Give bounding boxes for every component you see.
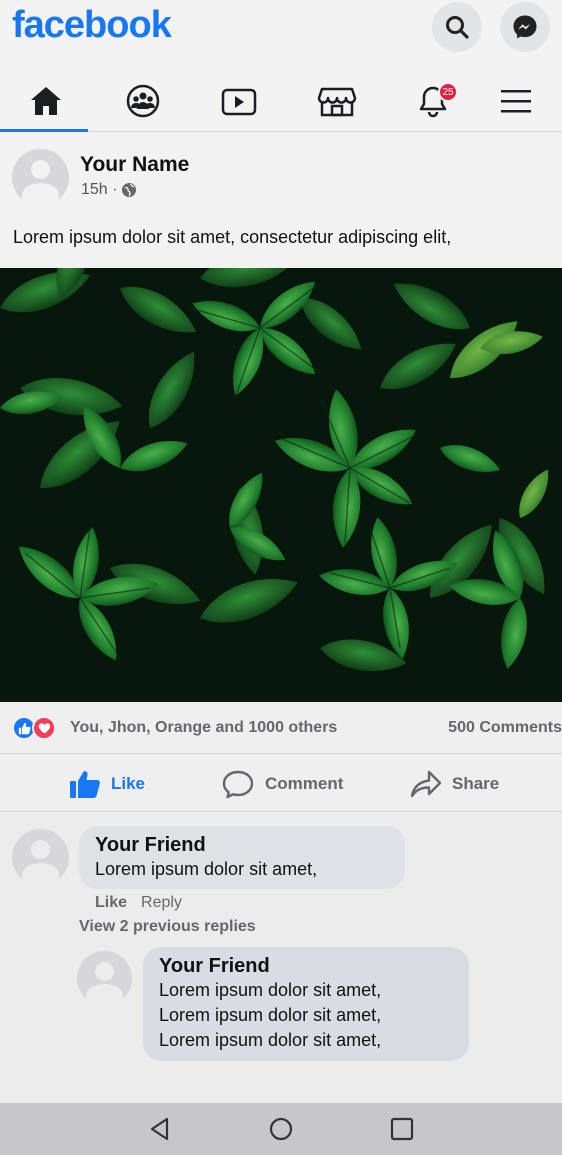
green-leaves-photo	[0, 268, 562, 702]
phone-screen: facebook 25 Your Name 15h · Lorem ipsum …	[0, 0, 562, 1155]
comment-author[interactable]: Your Friend	[95, 834, 389, 857]
tab-watch[interactable]	[204, 70, 274, 132]
share-label: Share	[452, 774, 500, 793]
author-avatar[interactable]	[12, 149, 69, 206]
messenger-button[interactable]	[500, 2, 550, 52]
view-previous-replies-link[interactable]: View 2 previous replies	[79, 918, 256, 936]
comment-bubble[interactable]: Your Friend Lorem ipsum dolor sit amet,	[79, 826, 405, 889]
main-nav: 25	[0, 70, 562, 132]
marketplace-icon	[317, 87, 357, 117]
like-label: Like	[111, 774, 146, 793]
comment-reply-link[interactable]: Reply	[141, 894, 182, 912]
home-circle-icon[interactable]	[268, 1116, 294, 1142]
comment-actions: Like Reply	[95, 894, 182, 912]
notification-badge: 25	[438, 82, 458, 102]
reactions-bar: You, Jhon, Orange and 1000 others 500 Co…	[0, 702, 562, 754]
menu-icon	[501, 90, 531, 113]
search-icon	[446, 16, 469, 39]
commenter-avatar[interactable]	[12, 829, 69, 886]
system-nav-bar	[0, 1103, 562, 1155]
back-icon[interactable]	[147, 1116, 173, 1142]
reply-avatar[interactable]	[77, 951, 132, 1006]
home-icon	[31, 87, 61, 115]
tab-menu[interactable]	[481, 70, 551, 132]
like-button[interactable]: Like	[69, 769, 145, 799]
recents-icon[interactable]	[389, 1116, 415, 1142]
tab-home[interactable]	[11, 70, 81, 132]
post-meta: 15h ·	[81, 181, 137, 199]
reaction-icons[interactable]	[12, 716, 56, 740]
post-photo[interactable]	[0, 268, 562, 702]
tab-groups[interactable]	[108, 70, 178, 132]
post-time: 15h ·	[81, 181, 118, 198]
post-header: Your Name 15h · Lorem ipsum dolor sit am…	[0, 133, 562, 268]
tab-notifications[interactable]: 25	[398, 70, 468, 132]
thumbs-up-icon	[70, 771, 100, 798]
globe-icon	[122, 183, 137, 197]
reply-line: Lorem ipsum dolor sit amet,	[159, 1030, 382, 1050]
reply-author[interactable]: Your Friend	[159, 955, 453, 978]
comment-label: Comment	[265, 774, 344, 793]
facebook-logo[interactable]: facebook	[12, 4, 172, 47]
reactions-summary[interactable]: You, Jhon, Orange and 1000 others	[70, 719, 337, 737]
post-author-name[interactable]: Your Name	[80, 153, 189, 177]
top-bar: facebook	[0, 0, 562, 70]
reply-bubble[interactable]: Your Friend Lorem ipsum dolor sit amet, …	[143, 947, 469, 1061]
love-reaction-icon	[32, 716, 56, 740]
comment-like-link[interactable]: Like	[95, 894, 127, 912]
comment-button[interactable]: Comment	[221, 769, 343, 799]
post-actions: Like Comment Share	[0, 755, 562, 812]
groups-icon	[126, 84, 160, 118]
watch-icon	[221, 88, 257, 116]
active-tab-indicator	[0, 129, 88, 132]
comment-text: Lorem ipsum dolor sit amet,	[95, 859, 318, 879]
share-icon	[410, 770, 442, 798]
post-text: Lorem ipsum dolor sit amet, consectetur …	[13, 227, 452, 247]
comments-section: Your Friend Lorem ipsum dolor sit amet, …	[0, 813, 562, 1103]
reply-line: Lorem ipsum dolor sit amet,	[159, 1005, 382, 1025]
messenger-icon	[513, 15, 537, 39]
reply-line: Lorem ipsum dolor sit amet,	[159, 980, 382, 1000]
search-button[interactable]	[432, 2, 482, 52]
share-button[interactable]: Share	[410, 769, 499, 799]
comment-icon	[222, 770, 254, 799]
comments-count[interactable]: 500 Comments	[448, 719, 562, 737]
tab-marketplace[interactable]	[302, 70, 372, 132]
